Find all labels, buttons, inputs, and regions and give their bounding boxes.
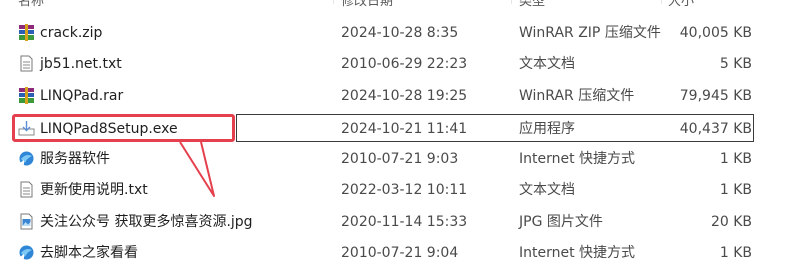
file-type: JPG 图片文件 — [519, 214, 603, 230]
file-date: 2024-10-28 19:25 — [341, 88, 468, 104]
file-size: 1 KB — [719, 245, 752, 261]
file-name: 服务器软件 — [40, 151, 110, 167]
file-type: 文本文档 — [519, 182, 575, 198]
file-date: 2010-07-21 9:04 — [341, 245, 459, 261]
column-header-row: 名称 修改日期 类型 大小 — [0, 0, 800, 10]
file-row[interactable]: 去脚本之家看看 2010-07-21 9:04 Internet 快捷方式 1 … — [0, 238, 770, 268]
text-file-icon — [20, 181, 33, 198]
column-header-type[interactable]: 类型 — [519, 0, 545, 9]
file-size: 1 KB — [719, 151, 752, 167]
file-type: Internet 快捷方式 — [519, 245, 636, 261]
file-name: 更新使用说明.txt — [40, 182, 148, 198]
file-type: 文本文档 — [519, 56, 575, 72]
file-size: 79,945 KB — [679, 88, 752, 104]
file-name: LINQPad.rar — [40, 88, 124, 104]
file-name: 关注公众号 获取更多惊喜资源.jpg — [40, 214, 253, 230]
file-size: 20 KB — [710, 214, 752, 230]
file-date: 2022-03-12 10:11 — [341, 182, 468, 198]
file-row[interactable]: 更新使用说明.txt 2022-03-12 10:11 文本文档 1 KB — [0, 175, 770, 205]
image-file-icon — [20, 213, 33, 230]
file-name: crack.zip — [40, 25, 103, 41]
file-row[interactable]: crack.zip 2024-10-28 8:35 WinRAR ZIP 压缩文… — [0, 18, 770, 48]
file-date: 2010-07-21 9:03 — [341, 151, 459, 167]
file-type: WinRAR ZIP 压缩文件 — [519, 25, 661, 41]
file-row[interactable]: LINQPad.rar 2024-10-28 19:25 WinRAR 压缩文件… — [0, 81, 770, 111]
file-size: 5 KB — [719, 56, 752, 72]
column-divider[interactable] — [511, 0, 512, 4]
annotation-highlight-box — [12, 114, 235, 142]
file-type: Internet 快捷方式 — [519, 151, 636, 167]
winrar-archive-icon — [19, 24, 34, 41]
file-size: 1 KB — [719, 182, 752, 198]
file-name: 去脚本之家看看 — [40, 245, 138, 261]
column-header-date[interactable]: 修改日期 — [341, 0, 393, 9]
file-date: 2024-10-21 11:41 — [341, 121, 468, 137]
file-date: 2010-06-29 22:23 — [341, 56, 468, 72]
file-type: WinRAR 压缩文件 — [519, 88, 635, 104]
winrar-archive-icon — [19, 87, 34, 104]
internet-shortcut-icon — [19, 151, 34, 166]
column-divider[interactable] — [661, 0, 662, 4]
file-type: 应用程序 — [519, 121, 575, 137]
file-row[interactable]: jb51.net.txt 2010-06-29 22:23 文本文档 5 KB — [0, 49, 770, 79]
file-size: 40,437 KB — [679, 121, 752, 137]
file-date: 2020-11-14 15:33 — [341, 214, 468, 230]
column-header-name[interactable]: 名称 — [18, 0, 44, 9]
file-date: 2024-10-28 8:35 — [341, 25, 459, 41]
file-explorer-list: 名称 修改日期 类型 大小 crack.zip 2024-10-28 8:35 … — [0, 0, 800, 277]
file-size: 40,005 KB — [679, 25, 752, 41]
file-name: jb51.net.txt — [40, 56, 122, 72]
column-divider[interactable] — [333, 0, 334, 4]
file-row[interactable]: 关注公众号 获取更多惊喜资源.jpg 2020-11-14 15:33 JPG … — [0, 207, 770, 237]
column-header-size[interactable]: 大小 — [668, 0, 694, 9]
internet-shortcut-icon — [19, 245, 34, 260]
selection-outline — [236, 114, 754, 142]
file-row[interactable]: 服务器软件 2010-07-21 9:03 Internet 快捷方式 1 KB — [0, 144, 770, 174]
text-file-icon — [20, 55, 33, 72]
